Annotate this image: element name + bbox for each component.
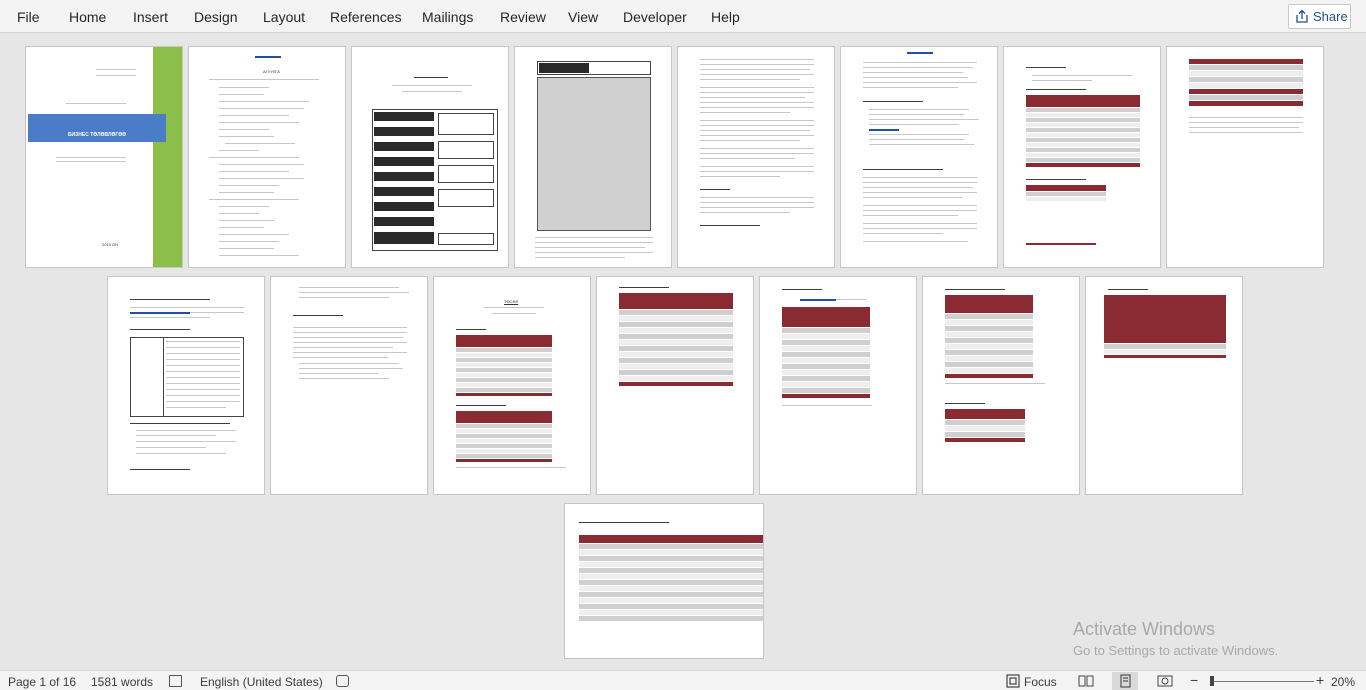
page-11-tables[interactable]: ТӨСӨЛ xyxy=(433,276,591,495)
cover-title-band: БИЗНЕС ТӨЛӨВЛӨГӨӨ xyxy=(28,114,166,142)
page-8-tables[interactable] xyxy=(1166,46,1324,268)
cover-title: БИЗНЕС ТӨЛӨВЛӨГӨӨ xyxy=(67,132,127,138)
zoom-out-button[interactable]: − xyxy=(1190,672,1198,688)
focus-icon[interactable] xyxy=(1006,674,1020,688)
cover-green-band xyxy=(153,47,182,267)
zoom-level[interactable]: 20% xyxy=(1331,675,1355,689)
tab-home[interactable]: Home xyxy=(69,9,106,25)
page-15-table[interactable] xyxy=(1085,276,1243,495)
tab-review[interactable]: Review xyxy=(500,9,546,25)
status-bar: Page 1 of 16 1581 words English (United … xyxy=(0,670,1366,690)
activate-windows-watermark: Activate Windows Go to Settings to activ… xyxy=(1073,619,1278,658)
tab-insert[interactable]: Insert xyxy=(133,9,168,25)
tab-developer[interactable]: Developer xyxy=(623,9,687,25)
share-icon xyxy=(1296,9,1308,23)
print-layout-icon[interactable] xyxy=(1116,674,1134,688)
tab-view[interactable]: View xyxy=(568,9,598,25)
word-count[interactable]: 1581 words xyxy=(91,675,153,689)
tab-help[interactable]: Help xyxy=(711,9,740,25)
tab-layout[interactable]: Layout xyxy=(263,9,305,25)
tab-file[interactable]: File xyxy=(17,9,40,25)
page-4-image[interactable] xyxy=(514,46,672,268)
proofing-icon[interactable] xyxy=(169,675,182,687)
page-12-table[interactable] xyxy=(596,276,754,495)
language-indicator[interactable]: English (United States) xyxy=(200,675,323,689)
watermark-subtitle: Go to Settings to activate Windows. xyxy=(1073,643,1279,658)
focus-button[interactable]: Focus xyxy=(1024,675,1057,689)
section-heading: ТӨСӨЛ xyxy=(504,299,519,304)
zoom-slider[interactable] xyxy=(1214,681,1314,682)
zoom-slider-thumb[interactable] xyxy=(1210,676,1214,686)
table-header xyxy=(1026,95,1140,107)
page-7-tables[interactable] xyxy=(1003,46,1161,268)
ribbon-tabs: File Home Insert Design Layout Reference… xyxy=(0,0,1366,33)
accessibility-icon[interactable] xyxy=(336,675,349,687)
tab-mailings[interactable]: Mailings xyxy=(422,9,473,25)
document-canvas[interactable]: БИЗНЕС ТӨЛӨВЛӨГӨӨ 2019 ОН АГУУЛГА ТӨСӨЛ … xyxy=(0,34,1366,670)
page-10-text[interactable] xyxy=(270,276,428,495)
page-count[interactable]: Page 1 of 16 xyxy=(8,675,76,689)
web-layout-icon[interactable] xyxy=(1156,674,1174,688)
read-mode-icon[interactable] xyxy=(1077,674,1095,688)
page-13-table[interactable] xyxy=(759,276,917,495)
tab-design[interactable]: Design xyxy=(194,9,238,25)
page-5-text[interactable] xyxy=(677,46,835,268)
toc-heading: АГУУЛГА xyxy=(263,69,280,74)
page-1-cover[interactable]: БИЗНЕС ТӨЛӨВЛӨГӨӨ 2019 ОН xyxy=(25,46,183,268)
watermark-title: Activate Windows xyxy=(1073,619,1216,639)
share-button[interactable]: Share xyxy=(1288,4,1351,29)
figure-placeholder xyxy=(537,77,651,231)
page-6-text[interactable] xyxy=(840,46,998,268)
page-14-tables[interactable] xyxy=(922,276,1080,495)
zoom-in-button[interactable]: + xyxy=(1316,672,1324,688)
page-2-toc[interactable]: АГУУЛГА xyxy=(188,46,346,268)
page-3-diagram[interactable] xyxy=(351,46,509,268)
page-16-table[interactable] xyxy=(564,503,764,659)
tab-references[interactable]: References xyxy=(330,9,402,25)
share-label: Share xyxy=(1313,9,1348,24)
page-9-text[interactable] xyxy=(107,276,265,495)
cover-year: 2019 ОН xyxy=(102,242,119,247)
